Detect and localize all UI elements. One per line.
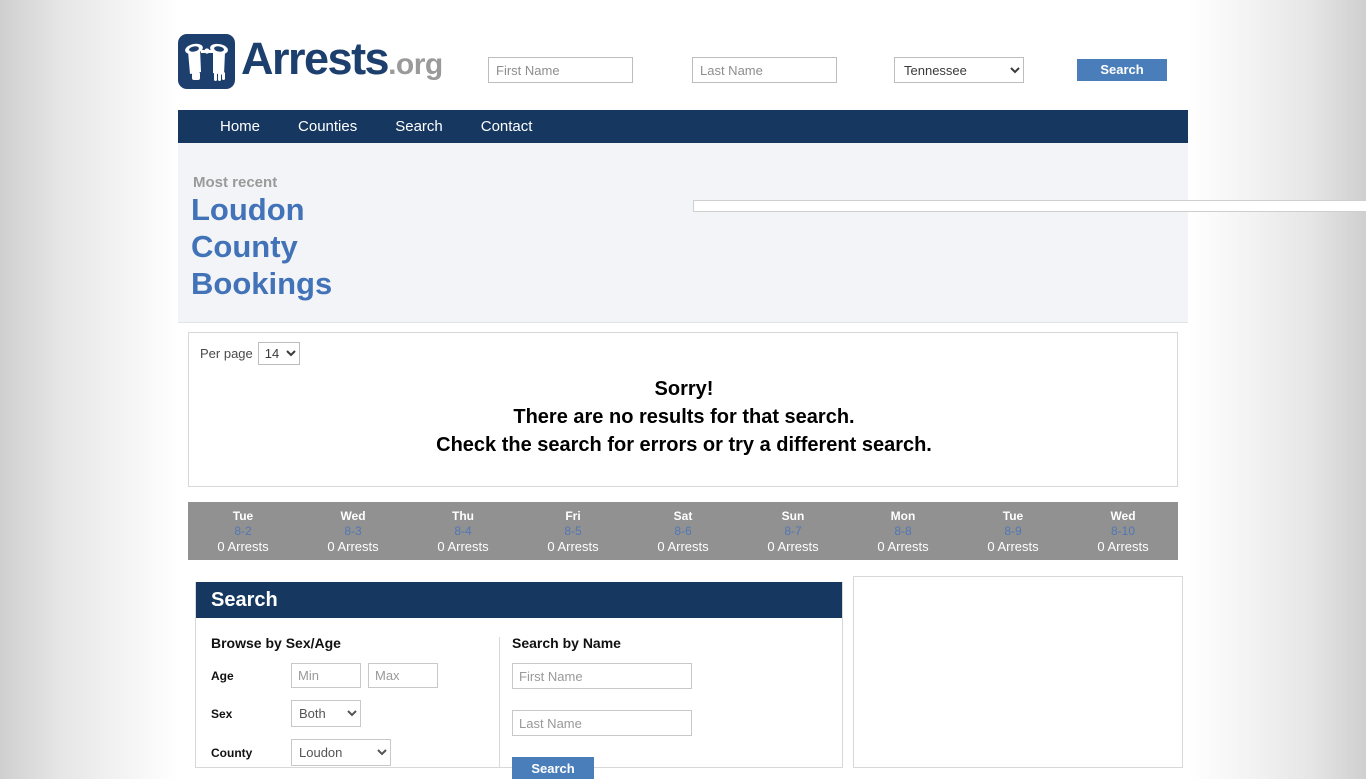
day-cell[interactable]: Wed 8-3 0 Arrests: [298, 502, 408, 560]
county-select[interactable]: Loudon: [291, 739, 391, 766]
day-arrest-count: 0 Arrests: [987, 539, 1039, 554]
sex-field-row: Sex Both: [211, 700, 496, 727]
day-of-week: Wed: [340, 509, 366, 523]
day-arrest-count: 0 Arrests: [1097, 539, 1149, 554]
sex-select[interactable]: Both: [291, 700, 361, 727]
day-cell[interactable]: Thu 8-4 0 Arrests: [408, 502, 518, 560]
day-date: 8-3: [344, 524, 362, 538]
results-panel: Per page 14 Sorry! There are no results …: [188, 332, 1178, 487]
day-arrest-count: 0 Arrests: [437, 539, 489, 554]
search-by-name-column: Search by Name Search: [512, 635, 812, 779]
hero-ad-frame: [693, 200, 1366, 212]
day-of-week: Sat: [673, 509, 693, 523]
day-of-week: Tue: [232, 509, 254, 523]
sex-label: Sex: [211, 706, 233, 721]
day-date: 8-10: [1110, 524, 1136, 538]
per-page-label: Per page: [200, 346, 253, 361]
panel-last-name-input[interactable]: [512, 710, 692, 736]
day-arrest-count: 0 Arrests: [877, 539, 929, 554]
nav-item-home[interactable]: Home: [201, 110, 279, 143]
age-min-input[interactable]: [291, 663, 361, 688]
day-cell[interactable]: Sun 8-7 0 Arrests: [738, 502, 848, 560]
hero-eyebrow: Most recent: [193, 174, 278, 191]
day-date: 8-2: [234, 524, 252, 538]
handcuffs-icon: [178, 34, 235, 89]
no-results-line-3: Check the search for errors or try a dif…: [436, 434, 932, 456]
main-nav: Home Counties Search Contact: [178, 110, 1188, 143]
per-page-control: Per page 14: [200, 342, 300, 365]
day-of-week: Wed: [1110, 509, 1136, 523]
age-field-row: Age: [211, 663, 496, 688]
site-logo[interactable]: Arrests.org: [178, 31, 443, 92]
day-arrest-count: 0 Arrests: [217, 539, 269, 554]
day-of-week: Sun: [781, 509, 805, 523]
column-divider: [499, 637, 500, 768]
no-results-message: Sorry! There are no results for that sea…: [189, 375, 1179, 459]
day-cell[interactable]: Sat 8-6 0 Arrests: [628, 502, 738, 560]
day-of-week: Fri: [565, 509, 581, 523]
hero-ad-slot: [433, 169, 1366, 212]
per-page-select[interactable]: 14: [257, 342, 300, 365]
search-by-name-heading: Search by Name: [512, 635, 621, 651]
county-label: County: [211, 745, 253, 760]
day-date: 8-7: [784, 524, 802, 538]
day-cell[interactable]: Fri 8-5 0 Arrests: [518, 502, 628, 560]
day-cell[interactable]: Mon 8-8 0 Arrests: [848, 502, 958, 560]
page-title: Loudon County Bookings: [191, 192, 333, 301]
hero-section: Most recent Loudon County Bookings: [178, 143, 1366, 323]
day-arrest-count: 0 Arrests: [657, 539, 709, 554]
site-header: Arrests.org Tennessee Search: [178, 0, 1188, 110]
no-results-line-1: Sorry!: [654, 378, 714, 400]
day-of-week: Tue: [1002, 509, 1024, 523]
browse-heading: Browse by Sex/Age: [211, 635, 341, 651]
day-of-week: Thu: [452, 509, 474, 523]
day-of-week: Mon: [890, 509, 916, 523]
header-last-name-input[interactable]: [692, 57, 837, 83]
panel-first-name-input[interactable]: [512, 663, 692, 689]
browse-by-sex-age-column: Browse by Sex/Age Age Sex Both County Lo…: [211, 635, 496, 778]
age-max-input[interactable]: [368, 663, 438, 688]
no-results-line-2: There are no results for that search.: [513, 406, 855, 428]
day-arrest-count: 0 Arrests: [767, 539, 819, 554]
nav-item-search[interactable]: Search: [376, 110, 462, 143]
day-arrest-count: 0 Arrests: [547, 539, 599, 554]
day-cell[interactable]: Tue 8-9 0 Arrests: [958, 502, 1068, 560]
page-container: Arrests.org Tennessee Search Home Counti…: [178, 0, 1366, 779]
nav-item-counties[interactable]: Counties: [279, 110, 376, 143]
header-first-name-input[interactable]: [488, 57, 633, 83]
brand-name: Arrests: [241, 33, 390, 84]
header-search-button[interactable]: Search: [1077, 59, 1167, 81]
day-date: 8-5: [564, 524, 582, 538]
day-date: 8-9: [1004, 524, 1022, 538]
nav-item-contact[interactable]: Contact: [462, 110, 552, 143]
brand-suffix: .org: [388, 48, 443, 81]
panel-search-button[interactable]: Search: [512, 757, 594, 779]
day-arrest-count: 0 Arrests: [327, 539, 379, 554]
day-summary-bar: Tue 8-2 0 Arrests Wed 8-3 0 Arrests Thu 8-4 0 Ar…: [188, 502, 1178, 560]
day-cell[interactable]: Wed 8-10 0 Arrests: [1068, 502, 1178, 560]
header-state-select[interactable]: Tennessee: [894, 57, 1024, 83]
sidebar-ad-slot: [853, 576, 1183, 768]
brand-wordmark: Arrests.org: [241, 31, 443, 92]
day-date: 8-4: [454, 524, 472, 538]
search-panel-body: Browse by Sex/Age Age Sex Both County Lo…: [196, 618, 842, 779]
age-label: Age: [211, 668, 234, 683]
day-date: 8-8: [894, 524, 912, 538]
day-cell[interactable]: Tue 8-2 0 Arrests: [188, 502, 298, 560]
search-panel: Search Browse by Sex/Age Age Sex Both Co…: [195, 582, 843, 779]
nav-list: Home Counties Search Contact: [178, 110, 1188, 143]
day-date: 8-6: [674, 524, 692, 538]
search-panel-title: Search: [196, 582, 842, 618]
county-field-row: County Loudon: [211, 739, 496, 766]
